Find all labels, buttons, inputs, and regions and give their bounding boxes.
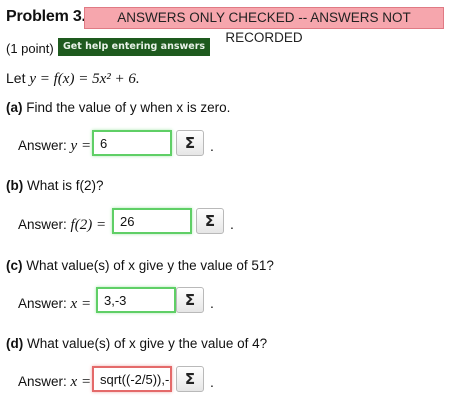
answer-input-a[interactable]: 6 (92, 130, 172, 156)
answer-label-d: Answer: x = (18, 374, 91, 391)
problem-statement: Let y = f(x) = 5x² + 6. (6, 70, 140, 88)
points-label: (1 point) (6, 41, 54, 56)
status-banner: ANSWERS ONLY CHECKED -- ANSWERS NOT RECO… (84, 7, 444, 45)
question-text-c: What value(s) of x give y the value of 5… (26, 258, 274, 273)
question-text-a: Find the value of y when x is zero. (26, 100, 231, 115)
answer-math-b: f(2) = (70, 217, 107, 233)
equation-editor-button-d[interactable]: Σ (176, 366, 204, 392)
answer-math-d: x = (70, 374, 92, 390)
answer-input-d[interactable]: sqrt((-2/5)),-s (92, 366, 172, 392)
question-d: (d) What value(s) of x give y the value … (6, 336, 267, 351)
period-a: . (210, 138, 214, 154)
part-label-a: (a) (6, 100, 23, 115)
question-a: (a) Find the value of y when x is zero. (6, 100, 230, 115)
equation-editor-button-c[interactable]: Σ (176, 287, 204, 313)
answer-input-b[interactable]: 26 (112, 208, 192, 234)
answer-math-a: y = (70, 138, 92, 154)
question-b: (b) What is f(2)? (6, 178, 104, 193)
part-label-c: (c) (6, 258, 23, 273)
equation-editor-button-b[interactable]: Σ (196, 208, 224, 234)
answer-label-b: Answer: f(2) = (18, 217, 106, 234)
period-c: . (210, 295, 214, 311)
answer-label-a: Answer: y = (18, 138, 91, 155)
statement-prefix: Let (6, 70, 30, 86)
period-d: . (210, 374, 214, 390)
question-text-d: What value(s) of x give y the value of 4… (27, 336, 268, 351)
answer-math-c: x = (70, 296, 92, 312)
answer-prefix-a: Answer: (18, 138, 71, 153)
statement-math: y = f(x) = 5x² + 6. (29, 71, 140, 87)
answer-prefix-c: Answer: (18, 296, 71, 311)
question-c: (c) What value(s) of x give y the value … (6, 258, 274, 273)
answer-prefix-b: Answer: (18, 217, 71, 232)
help-entering-answers-button[interactable]: Get help entering answers (58, 38, 211, 56)
answer-label-c: Answer: x = (18, 296, 91, 313)
part-label-d: (d) (6, 336, 24, 351)
answer-input-c[interactable]: 3,-3 (96, 287, 176, 313)
equation-editor-button-a[interactable]: Σ (176, 130, 204, 156)
period-b: . (230, 216, 234, 232)
question-text-b: What is f(2)? (27, 178, 104, 193)
part-label-b: (b) (6, 178, 24, 193)
problem-title: Problem 3. (6, 8, 86, 25)
answer-prefix-d: Answer: (18, 374, 71, 389)
